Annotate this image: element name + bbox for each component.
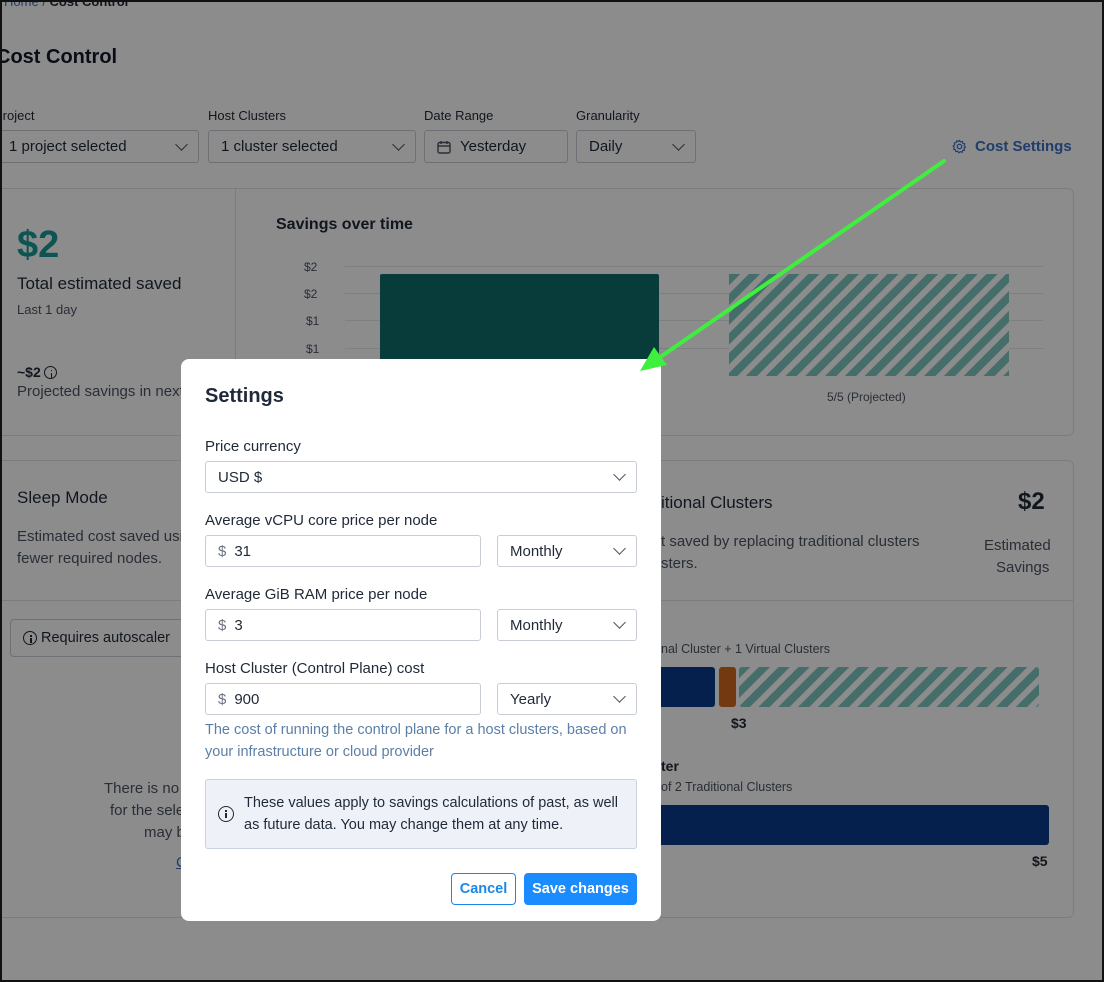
- screenshot-frame: Home / Cost Control Cost Control Project…: [0, 0, 1104, 982]
- arrow-shaft: [654, 159, 946, 362]
- arrow-head-icon: [640, 347, 667, 371]
- annotation-arrow: [640, 159, 946, 371]
